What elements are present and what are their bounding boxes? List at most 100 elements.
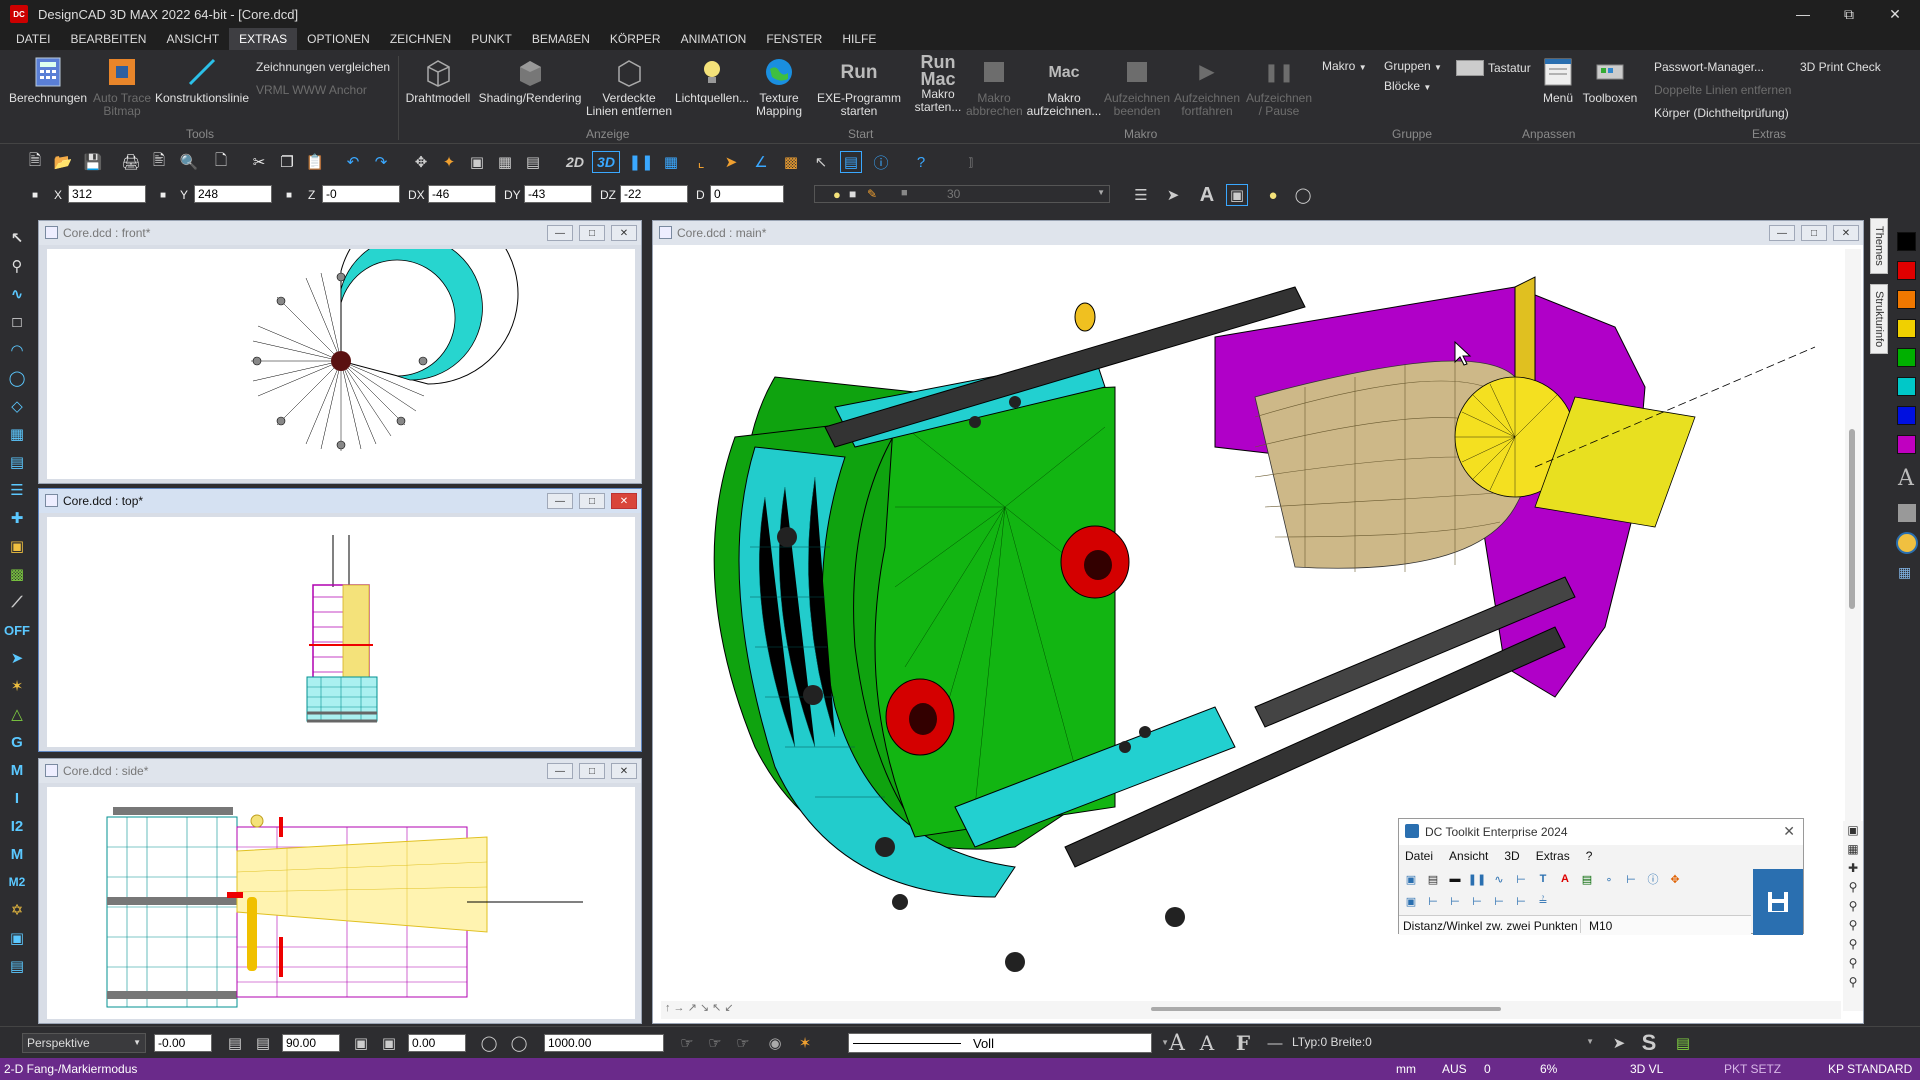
print-preview-icon[interactable]: 🔍 — [178, 151, 200, 173]
berechnungen-button[interactable]: Berechnungen — [8, 56, 88, 105]
exe-programm-button[interactable]: Run EXE-Programm starten — [814, 56, 904, 118]
text-style-icon[interactable]: A — [1898, 466, 1914, 491]
hscroll-thumb[interactable] — [1151, 1007, 1501, 1011]
dy-input[interactable] — [524, 185, 592, 203]
aufzeichnen-pause-button[interactable]: ❚❚ Aufzeichnen / Pause — [1244, 56, 1314, 118]
toolkit-menu-datei[interactable]: Datei — [1405, 849, 1433, 863]
hand-2-icon[interactable]: ☞ — [704, 1032, 726, 1054]
view-angle-3-input[interactable] — [408, 1034, 466, 1052]
tk-info-icon[interactable]: ⓘ — [1645, 871, 1661, 887]
color-swatch-orange[interactable] — [1897, 290, 1916, 309]
text-size-icon[interactable]: A — [1196, 184, 1218, 206]
menu-hilfe[interactable]: HILFE — [832, 28, 886, 50]
center-snap-icon[interactable]: ✡ — [5, 898, 29, 922]
i-snap-button[interactable]: I — [5, 786, 29, 810]
tk-tool-2-icon[interactable]: ▤ — [1425, 871, 1441, 887]
strukturinfo-tab[interactable]: Strukturinfo — [1870, 284, 1888, 354]
pan-icon[interactable]: ✥ — [410, 151, 432, 173]
orbit-2-icon[interactable]: ◯ — [508, 1032, 530, 1054]
zoom-tools-icon[interactable]: ▣ ▦ ✚ ⚲ ⚲ ⚲ ⚲ ⚲ ⚲ — [1843, 821, 1863, 992]
tk-tool-b2-icon[interactable]: ⊢ — [1425, 893, 1441, 909]
triangle-icon[interactable]: △ — [5, 702, 29, 726]
view-angle-1-input[interactable] — [154, 1034, 212, 1052]
layers-panel-icon[interactable]: ▦ — [1898, 564, 1911, 581]
passwort-manager-button[interactable]: Passwort-Manager... — [1654, 60, 1764, 74]
doppelte-linien-button[interactable]: Doppelte Linien entfernen — [1654, 83, 1791, 97]
pointer-snap-icon[interactable]: ➤ — [5, 646, 29, 670]
tk-tool-b4-icon[interactable]: ⊢ — [1469, 893, 1485, 909]
text-lines-icon[interactable]: ☰ — [5, 478, 29, 502]
close-icon[interactable]: ✕ — [1783, 823, 1795, 840]
snap-off-button[interactable]: OFF — [4, 618, 30, 642]
tk-tool-b6-icon[interactable]: ⊢ — [1513, 893, 1529, 909]
tilt-2-icon[interactable]: ▣ — [378, 1032, 400, 1054]
hand-1-icon[interactable]: ☞ — [676, 1032, 698, 1054]
toolkit-save-button[interactable] — [1753, 869, 1803, 935]
selection-icon[interactable]: ✦ — [438, 151, 460, 173]
minimize-icon[interactable]: — — [547, 763, 573, 779]
view-distance-input[interactable] — [544, 1034, 664, 1052]
tk-layers-icon[interactable]: ▤ — [1579, 871, 1595, 887]
tk-dim-icon[interactable]: ⊢ — [1513, 871, 1529, 887]
polyline-icon[interactable]: ∿ — [5, 282, 29, 306]
tk-parallel-icon[interactable]: ❚❚ — [1468, 871, 1486, 887]
help-pointer-icon[interactable]: ? — [910, 151, 932, 173]
tk-tool-1-icon[interactable]: ▣ — [1403, 871, 1419, 887]
y-lock-icon[interactable]: ■ — [278, 184, 300, 206]
3d-print-check-button[interactable]: 3D Print Check — [1800, 60, 1881, 74]
shading-button[interactable]: Shading/Rendering — [476, 56, 584, 105]
toolkit-menu-ansicht[interactable]: Ansicht — [1449, 849, 1488, 863]
tk-tool-b1-icon[interactable]: ▣ — [1403, 893, 1419, 909]
menu-animation[interactable]: ANIMATION — [671, 28, 757, 50]
tk-wave-icon[interactable]: ∿ — [1491, 871, 1507, 887]
close-icon[interactable]: ✕ — [1833, 225, 1859, 241]
redo-icon[interactable]: ↷ — [370, 151, 392, 173]
hand-3-icon[interactable]: ☞ — [732, 1032, 754, 1054]
menu-optionen[interactable]: OPTIONEN — [297, 28, 380, 50]
m2-snap-button[interactable]: M2 — [5, 870, 29, 894]
maximize-icon[interactable]: □ — [579, 763, 605, 779]
rotate-h-icon[interactable]: ▤ — [224, 1032, 246, 1054]
menu-extras[interactable]: EXTRAS — [229, 28, 298, 50]
side-view-canvas[interactable] — [47, 787, 635, 1019]
gruppen-dropdown[interactable]: Gruppen ▼ — [1384, 59, 1442, 73]
gun-tool-icon[interactable]: ➤ — [1608, 1032, 1630, 1054]
eye-icon[interactable]: ◉ — [764, 1032, 786, 1054]
x-input[interactable] — [68, 185, 146, 203]
menu-punkt[interactable]: PUNKT — [461, 28, 522, 50]
linetype-width-dropdown[interactable]: LTyp:0 Breite:0 ▼ — [1290, 1033, 1594, 1053]
toolkit-menu-extras[interactable]: Extras — [1536, 849, 1570, 863]
scrollbar-thumb[interactable] — [1849, 429, 1855, 609]
tk-tool-b3-icon[interactable]: ⊢ — [1447, 893, 1463, 909]
front-view-canvas[interactable] — [47, 249, 635, 479]
close-icon[interactable]: ✕ — [611, 225, 637, 241]
layers-icon[interactable]: ☰ — [1130, 184, 1152, 206]
node-icon[interactable]: ▣ — [5, 534, 29, 558]
menu-koerper[interactable]: KÖRPER — [600, 28, 671, 50]
tk-ortho-icon[interactable]: ⊢ — [1623, 871, 1639, 887]
x-lock-icon[interactable]: ■ — [152, 184, 174, 206]
layer-list-icon[interactable]: ▤ — [522, 151, 544, 173]
i2-snap-button[interactable]: I2 — [5, 814, 29, 838]
open-folder-icon[interactable]: 📂 — [52, 151, 74, 173]
menu-ansicht[interactable]: ANSICHT — [156, 28, 229, 50]
circle-icon[interactable]: ◯ — [5, 366, 29, 390]
verdeckte-linien-button[interactable]: Verdeckte Linien entfernen — [584, 56, 674, 118]
tilt-icon[interactable]: ▣ — [350, 1032, 372, 1054]
cut-icon[interactable]: ✂ — [248, 151, 270, 173]
rectangle-icon[interactable]: □ — [5, 310, 29, 334]
close-icon[interactable]: ✕ — [611, 763, 637, 779]
horizontal-scrollbar[interactable]: ↑ → ↗ ↘ ↖ ↙ — [661, 1001, 1841, 1019]
view-angle-2-input[interactable] — [282, 1034, 340, 1052]
tk-nodes-icon[interactable]: ∘ — [1601, 871, 1617, 887]
copy-icon[interactable]: ❐ — [276, 151, 298, 173]
makro-starten-button[interactable]: Run Mac Makro starten... — [910, 53, 966, 114]
undo-icon[interactable]: ↶ — [342, 151, 364, 173]
makro-aufzeichnen-button[interactable]: Mac Makro aufzeichnen... — [1024, 56, 1104, 118]
s-curve-icon[interactable]: S — [1638, 1030, 1660, 1055]
line-style-dropdown[interactable]: Voll ▼ — [848, 1033, 1169, 1053]
menu-datei[interactable]: DATEI — [6, 28, 60, 50]
line-icon[interactable]: ⟋ — [5, 590, 29, 614]
tk-tool-b7-icon[interactable]: ≟ — [1535, 893, 1551, 909]
mode-2d-button[interactable]: 2D — [562, 151, 588, 173]
